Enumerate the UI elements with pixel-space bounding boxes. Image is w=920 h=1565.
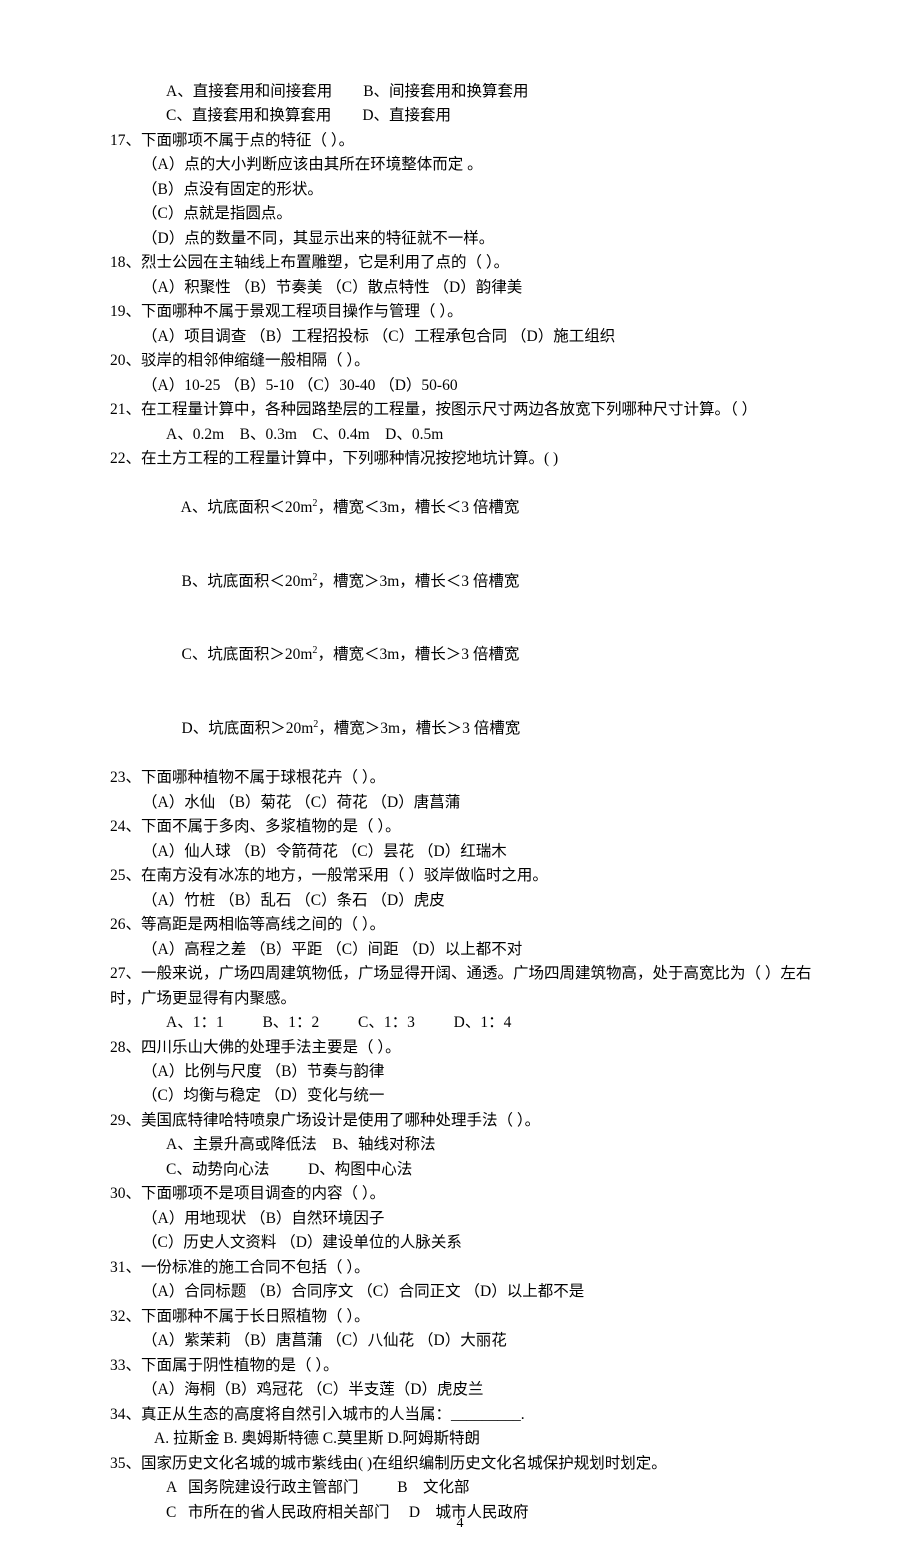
q21-stem: 21、在工程量计算中，各种园路垫层的工程量，按图示尺寸两边各放宽下列哪种尺寸计算… — [110, 398, 820, 422]
q27-stem: 27、一般来说，广场四周建筑物低，广场显得开阔、通透。广场四周建筑物高，处于高宽… — [110, 962, 820, 1011]
q22-option-c: C、坑底面积＞20m2，槽宽＜3m，槽长＞3 倍槽宽 — [110, 619, 820, 693]
q30-stem: 30、下面哪项不是项目调查的内容（ ）。 — [110, 1182, 820, 1206]
q24-options: （A）仙人球 （B）令箭荷花 （C）昙花 （D）红瑞木 — [110, 840, 820, 864]
q30-options-row1: （A）用地现状 （B）自然环境因子 — [110, 1207, 820, 1231]
q19-options: （A）项目调查 （B）工程招投标 （C）工程承包合同 （D）施工组织 — [110, 325, 820, 349]
q29-stem: 29、美国底特律哈特喷泉广场设计是使用了哪种处理手法（ ）。 — [110, 1109, 820, 1133]
q35-options-row1: A 国务院建设行政主管部门 B 文化部 — [110, 1476, 820, 1500]
q19-stem: 19、下面哪种不属于景观工程项目操作与管理（ ）。 — [110, 300, 820, 324]
q33-options: （A）海桐（B）鸡冠花 （C）半支莲（D）虎皮兰 — [110, 1378, 820, 1402]
q22-option-d: D、坑底面积＞20m2，槽宽＞3m，槽长＞3 倍槽宽 — [110, 693, 820, 767]
q30-options-row2: （C）历史人文资料 （D）建设单位的人脉关系 — [110, 1231, 820, 1255]
q16-options-row2: C、直接套用和换算套用 D、直接套用 — [110, 104, 820, 128]
document-page: A、直接套用和间接套用 B、间接套用和换算套用 C、直接套用和换算套用 D、直接… — [0, 0, 920, 1565]
q17-option-a: （A）点的大小判断应该由其所在环境整体而定 。 — [110, 153, 820, 177]
q22b-post: ，槽宽＞3m，槽长＜3 倍槽宽 — [317, 573, 519, 590]
q22c-pre: C、坑底面积＞20m — [182, 647, 313, 664]
q17-option-d: （D）点的数量不同，其显示出来的特征就不一样。 — [110, 227, 820, 251]
q20-stem: 20、驳岸的相邻伸缩缝一般相隔（ ）。 — [110, 349, 820, 373]
q17-option-c: （C）点就是指圆点。 — [110, 202, 820, 226]
q17-stem: 17、下面哪项不属于点的特征（ ）。 — [110, 129, 820, 153]
q26-stem: 26、等高距是两相临等高线之间的（ ）。 — [110, 913, 820, 937]
q22a-post: ，槽宽＜3m，槽长＜3 倍槽宽 — [317, 499, 519, 516]
q32-options: （A）紫茉莉 （B）唐菖蒲 （C）八仙花 （D）大丽花 — [110, 1329, 820, 1353]
page-number: 4 — [0, 1513, 920, 1535]
q22-option-b: B、坑底面积＜20m2，槽宽＞3m，槽长＜3 倍槽宽 — [110, 545, 820, 619]
q18-stem: 18、烈士公园在主轴线上布置雕塑，它是利用了点的（ ）。 — [110, 251, 820, 275]
q31-stem: 31、一份标准的施工合同不包括（ ）。 — [110, 1256, 820, 1280]
q29-options-row2: C、动势向心法 D、构图中心法 — [110, 1158, 820, 1182]
q24-stem: 24、下面不属于多肉、多浆植物的是（ ）。 — [110, 815, 820, 839]
q34-options: A. 拉斯金 B. 奥姆斯特德 C.莫里斯 D.阿姆斯特朗 — [110, 1427, 820, 1451]
q23-options: （A）水仙 （B）菊花 （C）荷花 （D）唐菖蒲 — [110, 791, 820, 815]
q28-stem: 28、四川乐山大佛的处理手法主要是（ ）。 — [110, 1036, 820, 1060]
q31-options: （A）合同标题 （B）合同序文 （C）合同正文 （D）以上都不是 — [110, 1280, 820, 1304]
q34-stem: 34、真正从生态的高度将自然引入城市的人当属：_________. — [110, 1403, 820, 1427]
q25-stem: 25、在南方没有冰冻的地方，一般常采用（ ）驳岸做临时之用。 — [110, 864, 820, 888]
q22-option-a: A、坑底面积＜20m2，槽宽＜3m，槽长＜3 倍槽宽 — [110, 472, 820, 546]
q18-options: （A）积聚性 （B）节奏美 （C）散点特性 （D）韵律美 — [110, 276, 820, 300]
q33-stem: 33、下面属于阴性植物的是（ ）。 — [110, 1354, 820, 1378]
q32-stem: 32、下面哪种不属于长日照植物（ ）。 — [110, 1305, 820, 1329]
q17-option-b: （B）点没有固定的形状。 — [110, 178, 820, 202]
q35-stem: 35、国家历史文化名城的城市紫线由( )在组织编制历史文化名城保护规划时划定。 — [110, 1452, 820, 1476]
q23-stem: 23、下面哪种植物不属于球根花卉（ ）。 — [110, 766, 820, 790]
q22c-post: ，槽宽＜3m，槽长＞3 倍槽宽 — [317, 647, 519, 664]
q22d-pre: D、坑底面积＞20m — [182, 720, 314, 737]
q21-options: A、0.2m B、0.3m C、0.4m D、0.5m — [110, 423, 820, 447]
q29-options-row1: A、主景升高或降低法 B、轴线对称法 — [110, 1133, 820, 1157]
q28-options-row2: （C）均衡与稳定 （D）变化与统一 — [110, 1084, 820, 1108]
q22d-post: ，槽宽＞3m，槽长＞3 倍槽宽 — [318, 720, 520, 737]
q22-stem: 22、在土方工程的工程量计算中，下列哪种情况按挖地坑计算。( ) — [110, 447, 820, 471]
q16-options-row1: A、直接套用和间接套用 B、间接套用和换算套用 — [110, 80, 820, 104]
q22a-pre: A、坑底面积＜20m — [181, 499, 313, 516]
q20-options: （A）10-25 （B）5-10 （C）30-40 （D）50-60 — [110, 374, 820, 398]
q28-options-row1: （A）比例与尺度 （B）节奏与韵律 — [110, 1060, 820, 1084]
q26-options: （A）高程之差 （B）平距 （C）间距 （D）以上都不对 — [110, 938, 820, 962]
q22b-pre: B、坑底面积＜20m — [182, 573, 313, 590]
q27-options: A、1：1 B、1：2 C、1：3 D、1：4 — [110, 1011, 820, 1035]
q25-options: （A）竹桩 （B）乱石 （C）条石 （D）虎皮 — [110, 889, 820, 913]
